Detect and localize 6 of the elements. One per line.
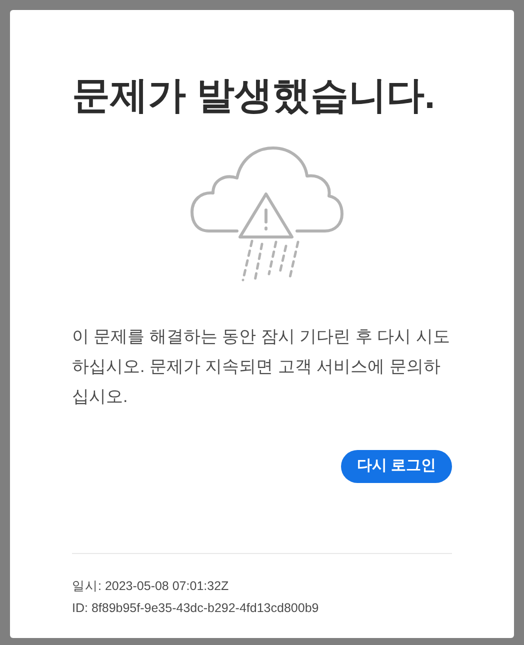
- cloud-warning-rain-icon: [189, 144, 345, 282]
- error-id-text: ID: 8f89b95f-9e35-43dc-b292-4fd13cd800b9: [72, 600, 320, 616]
- timestamp-text: 일시: 2023-05-08 07:01:32Z: [72, 578, 230, 594]
- login-again-button[interactable]: 다시 로그인: [340, 450, 452, 483]
- dialog-title: 문제가 발생했습니다.: [72, 74, 436, 119]
- error-message: 이 문제를 해결하는 동안 잠시 기다린 후 다시 시도하십시오. 문제가 지속되면 고객 서비스에 문의하십시오.: [72, 326, 451, 408]
